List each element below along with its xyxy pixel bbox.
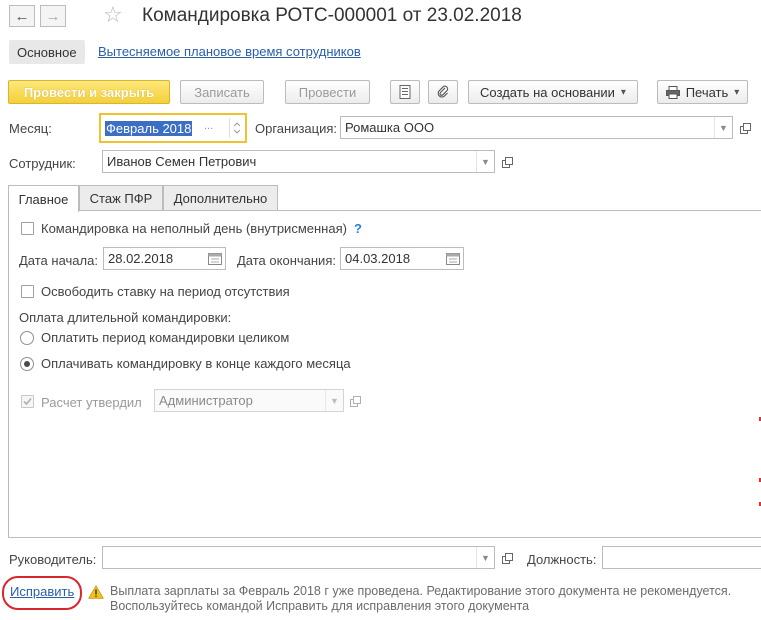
employee-label: Сотрудник: bbox=[9, 156, 76, 171]
employee-dropdown-icon[interactable]: ▼ bbox=[476, 151, 494, 172]
radio-pay-whole-period-label: Оплатить период командировки целиком bbox=[41, 330, 290, 345]
month-picker-button[interactable]: ... bbox=[204, 120, 213, 132]
create-based-on-label: Создать на основании bbox=[480, 84, 615, 100]
warning-text-line2: Воспользуйтесь командой Исправить для ис… bbox=[110, 599, 530, 613]
warning-icon bbox=[88, 585, 104, 599]
manager-field[interactable]: ▼ bbox=[102, 546, 495, 569]
start-date-label: Дата начала: bbox=[19, 253, 98, 268]
help-icon[interactable]: ? bbox=[354, 221, 362, 236]
favorite-star-icon[interactable]: ☆ bbox=[103, 2, 123, 28]
spinner-arrows-icon bbox=[233, 122, 241, 134]
month-spinner[interactable] bbox=[229, 118, 243, 138]
open-form-icon bbox=[501, 156, 513, 168]
save-button[interactable]: Записать bbox=[180, 80, 264, 104]
manager-open-button[interactable] bbox=[499, 550, 515, 566]
print-label: Печать bbox=[685, 84, 729, 100]
calc-approved-field[interactable]: Администратор ▼ bbox=[154, 389, 344, 412]
list-button[interactable] bbox=[390, 80, 420, 104]
partial-day-label: Командировка на неполный день (внутрисме… bbox=[41, 221, 347, 236]
nav-displaced-time-link[interactable]: Вытесняемое плановое время сотрудников bbox=[98, 44, 361, 59]
tab-pfr-experience[interactable]: Стаж ПФР bbox=[79, 185, 163, 211]
end-date-field[interactable]: 04.03.2018 bbox=[340, 247, 464, 270]
month-value: Февраль 2018 bbox=[105, 120, 193, 136]
organization-value: Ромашка ООО bbox=[345, 120, 435, 135]
calc-approved-label: Расчет утвердил bbox=[41, 395, 142, 410]
open-form-icon bbox=[739, 122, 751, 134]
tab-additional-label: Дополнительно bbox=[173, 191, 268, 206]
forward-button[interactable]: → bbox=[40, 5, 66, 27]
month-field[interactable]: Февраль 2018 ... bbox=[99, 113, 247, 143]
printer-icon bbox=[665, 85, 680, 99]
employee-field[interactable]: Иванов Семен Петрович ▼ bbox=[102, 150, 495, 173]
warning-text-line1: Выплата зарплаты за Февраль 2018 г уже п… bbox=[110, 584, 732, 598]
open-form-icon bbox=[349, 395, 361, 407]
tab-main[interactable]: Главное bbox=[8, 185, 79, 212]
end-date-label: Дата окончания: bbox=[237, 253, 336, 268]
arrow-left-icon: ← bbox=[14, 7, 30, 25]
nav-main-label: Основное bbox=[17, 44, 77, 60]
post-label: Провести bbox=[298, 84, 357, 100]
calc-approved-value: Администратор bbox=[159, 393, 253, 408]
radio-pay-whole-period[interactable] bbox=[20, 331, 34, 345]
start-date-field[interactable]: 28.02.2018 bbox=[103, 247, 226, 270]
chevron-down-icon: ▾ bbox=[734, 86, 740, 98]
post-and-close-label: Провести и закрыть bbox=[23, 84, 155, 100]
page-title: Командировка РОТС-000001 от 23.02.2018 bbox=[142, 5, 522, 26]
employee-open-button[interactable] bbox=[499, 154, 515, 170]
document-list-icon bbox=[399, 85, 411, 99]
free-rate-checkbox[interactable] bbox=[21, 285, 34, 298]
back-button[interactable]: ← bbox=[9, 5, 35, 27]
organization-dropdown-icon[interactable]: ▼ bbox=[714, 117, 732, 138]
calendar-icon[interactable] bbox=[446, 252, 460, 265]
tab-main-label: Главное bbox=[18, 191, 69, 207]
tab-pfr-experience-label: Стаж ПФР bbox=[89, 191, 153, 206]
paperclip-icon bbox=[437, 85, 449, 98]
organization-label: Организация: bbox=[255, 121, 338, 136]
arrow-right-icon: → bbox=[45, 7, 61, 25]
position-field[interactable] bbox=[602, 546, 761, 569]
open-form-icon bbox=[501, 552, 513, 564]
chevron-down-icon: ▾ bbox=[620, 86, 626, 98]
fix-link[interactable]: Исправить bbox=[10, 584, 74, 599]
partial-day-checkbox[interactable] bbox=[21, 222, 34, 235]
calc-approved-open-button[interactable] bbox=[347, 393, 363, 409]
print-button[interactable]: Печать ▾ bbox=[657, 80, 748, 104]
position-label: Должность: bbox=[527, 552, 597, 567]
tab-additional[interactable]: Дополнительно bbox=[163, 185, 278, 211]
post-and-close-button[interactable]: Провести и закрыть bbox=[8, 80, 170, 104]
save-label: Записать bbox=[194, 84, 250, 100]
create-based-on-button[interactable]: Создать на основании ▾ bbox=[468, 80, 638, 104]
organization-field[interactable]: Ромашка ООО ▼ bbox=[340, 116, 733, 139]
radio-pay-monthly[interactable] bbox=[20, 357, 34, 371]
calc-approved-dropdown-icon[interactable]: ▼ bbox=[325, 390, 343, 411]
nav-main-button[interactable]: Основное bbox=[9, 40, 85, 64]
end-date-value: 04.03.2018 bbox=[345, 251, 411, 266]
checkmark-icon bbox=[23, 397, 32, 406]
calc-approved-checkbox[interactable] bbox=[21, 395, 34, 408]
attachment-button[interactable] bbox=[428, 80, 458, 104]
organization-open-button[interactable] bbox=[737, 120, 753, 136]
start-date-value: 28.02.2018 bbox=[108, 251, 174, 266]
long-trip-payment-label: Оплата длительной командировки: bbox=[19, 310, 232, 325]
employee-value: Иванов Семен Петрович bbox=[107, 154, 257, 169]
post-button[interactable]: Провести bbox=[285, 80, 370, 104]
calendar-icon[interactable] bbox=[208, 252, 222, 265]
manager-dropdown-icon[interactable]: ▼ bbox=[476, 547, 494, 568]
month-label: Месяц: bbox=[9, 121, 52, 136]
radio-pay-monthly-label: Оплачивать командировку в конце каждого … bbox=[41, 356, 351, 371]
free-rate-label: Освободить ставку на период отсутствия bbox=[41, 284, 290, 299]
radio-selected-dot bbox=[24, 361, 30, 367]
manager-label: Руководитель: bbox=[9, 552, 97, 567]
